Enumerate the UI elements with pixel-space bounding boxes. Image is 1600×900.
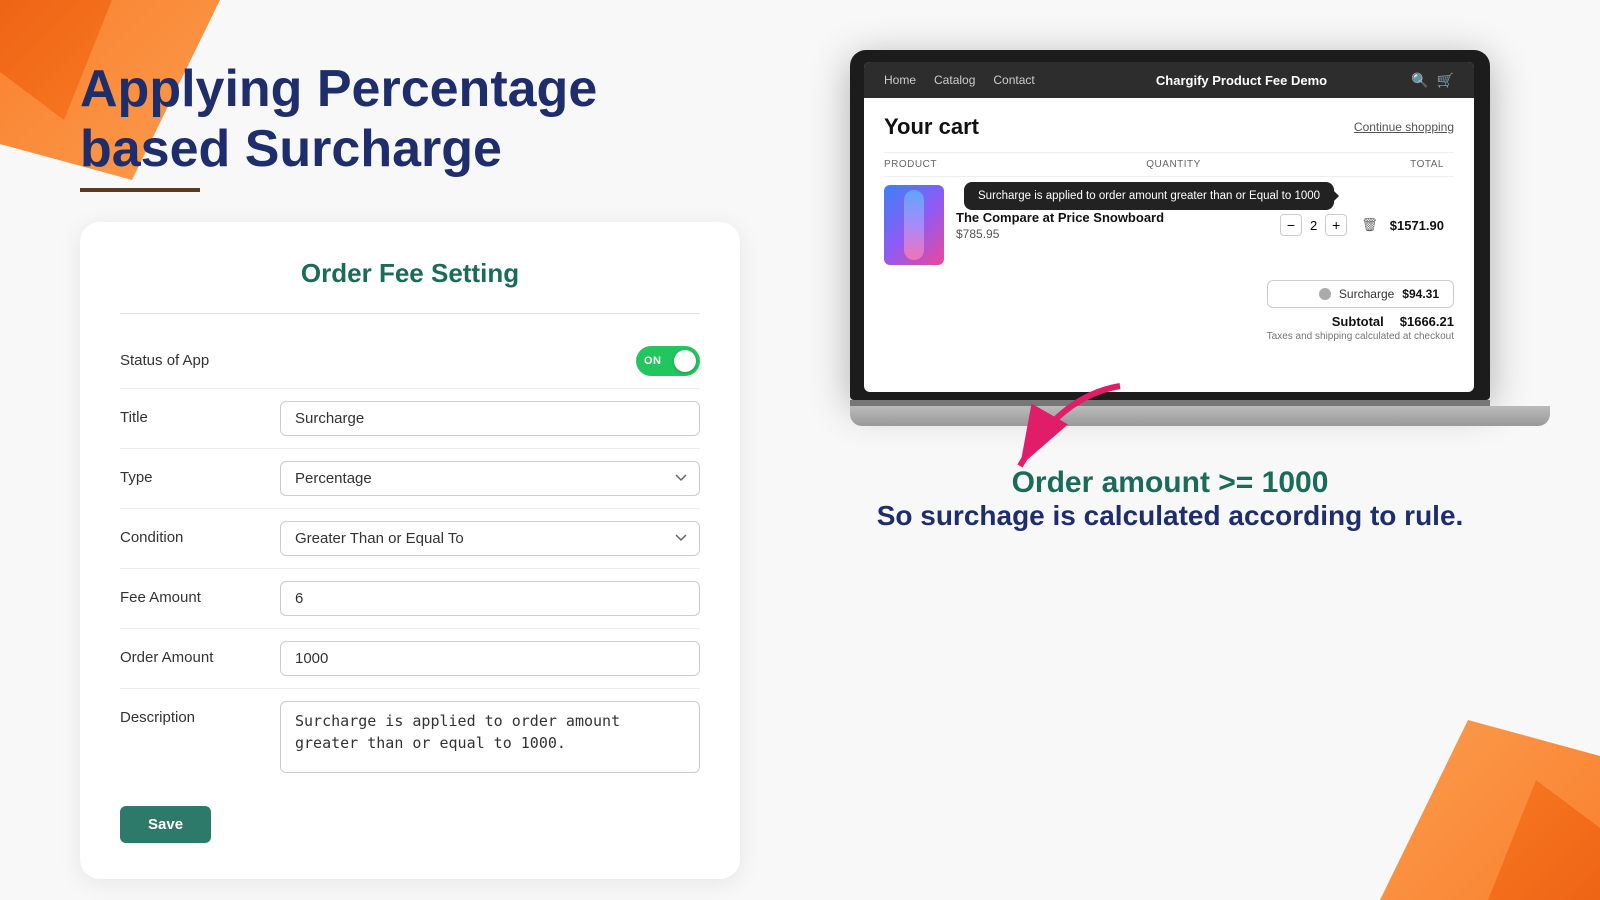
order-amount-input-wrap (280, 641, 700, 676)
order-amount-row: Order Amount (120, 629, 700, 689)
cart-title: Your cart (884, 114, 979, 140)
qty-decrease[interactable]: − (1280, 214, 1302, 236)
nav-contact: Contact (993, 73, 1034, 87)
subtotal-amount: $1666.21 (1400, 314, 1454, 329)
bottom-text-line2: So surchage is calculated according to r… (877, 500, 1464, 532)
title-input-wrap (280, 401, 700, 436)
description-textarea-wrap: Surcharge is applied to order amount gre… (280, 701, 700, 778)
arrow-container (850, 396, 1490, 476)
header-quantity: QUANTITY (1146, 159, 1201, 170)
taxes-note: Taxes and shipping calculated at checkou… (1267, 331, 1454, 342)
form-card-title: Order Fee Setting (120, 258, 700, 289)
cart-icon: 🛒 (1437, 72, 1454, 89)
product-name: The Compare at Price Snowboard (956, 210, 1268, 225)
status-label: Status of App (120, 352, 410, 369)
left-panel: Applying Percentage based Surcharge Orde… (80, 60, 740, 860)
surcharge-amount: $94.31 (1402, 287, 1439, 301)
toggle-thumb (674, 350, 696, 372)
toggle-on-label: ON (644, 355, 662, 367)
fee-amount-input-wrap (280, 581, 700, 616)
fee-amount-row: Fee Amount (120, 569, 700, 629)
nav-icons: 🔍 🛒 (1411, 72, 1454, 89)
fee-amount-input[interactable] (280, 581, 700, 616)
status-row: Status of App ON (120, 334, 700, 389)
app-status-toggle[interactable]: ON (636, 346, 700, 376)
quantity-controls: − 2 + 🗑 (1280, 214, 1378, 236)
cart-content: Your cart Continue shopping PRODUCT QUAN… (864, 98, 1474, 289)
surcharge-section: Surcharge $94.31 Subtotal $1666.21 Taxes… (1267, 280, 1454, 342)
condition-select-wrap: Greater Than or Equal To (280, 521, 700, 556)
qty-increase[interactable]: + (1325, 214, 1347, 236)
description-row: Description Surcharge is applied to orde… (120, 689, 700, 790)
laptop-mockup: Home Catalog Contact Chargify Product Fe… (850, 50, 1490, 426)
qty-value: 2 (1310, 218, 1317, 233)
nav-home: Home (884, 73, 916, 87)
type-label: Type (120, 461, 260, 486)
fee-amount-label: Fee Amount (120, 581, 260, 606)
condition-row: Condition Greater Than or Equal To (120, 509, 700, 569)
description-label: Description (120, 701, 260, 726)
title-input[interactable] (280, 401, 700, 436)
product-price: $785.95 (956, 227, 1268, 241)
description-textarea[interactable]: Surcharge is applied to order amount gre… (280, 701, 700, 773)
laptop-screen: Home Catalog Contact Chargify Product Fe… (864, 62, 1474, 392)
form-divider (120, 313, 700, 314)
product-total: $1571.90 (1390, 218, 1444, 233)
save-button[interactable]: Save (120, 806, 211, 843)
title-row: Title (120, 389, 700, 449)
laptop-screen-outer: Home Catalog Contact Chargify Product Fe… (850, 50, 1490, 400)
type-select-wrap: Percentage (280, 461, 700, 496)
main-container: Applying Percentage based Surcharge Orde… (0, 0, 1600, 900)
product-info: The Compare at Price Snowboard $785.95 (956, 210, 1268, 241)
curved-arrow-svg (980, 376, 1160, 496)
cart-table-header: PRODUCT QUANTITY TOTAL (884, 152, 1454, 177)
trash-icon: 🗑 (1361, 217, 1378, 233)
tooltip-bubble: Surcharge is applied to order amount gre… (964, 182, 1334, 210)
page-title: Applying Percentage based Surcharge (80, 60, 740, 180)
nav-brand: Chargify Product Fee Demo (1156, 73, 1327, 88)
type-row: Type Percentage (120, 449, 700, 509)
header-product: PRODUCT (884, 159, 937, 170)
toggle-wrap: ON (410, 346, 700, 376)
subtotal-label: Subtotal (1332, 314, 1384, 329)
surcharge-badge: Surcharge $94.31 (1267, 280, 1454, 308)
continue-shopping: Continue shopping (1354, 120, 1454, 134)
type-select[interactable]: Percentage (280, 461, 700, 496)
order-amount-label: Order Amount (120, 641, 260, 666)
title-underline (80, 188, 200, 192)
surcharge-dot (1319, 288, 1331, 300)
condition-select[interactable]: Greater Than or Equal To (280, 521, 700, 556)
right-panel: Home Catalog Contact Chargify Product Fe… (800, 60, 1540, 860)
product-image (884, 185, 944, 265)
header-total: TOTAL (1410, 159, 1444, 170)
nav-links: Home Catalog Contact (884, 73, 1035, 87)
form-card: Order Fee Setting Status of App ON Title (80, 222, 740, 879)
cart-title-row: Your cart Continue shopping (884, 114, 1454, 140)
snowboard-graphic (904, 190, 924, 260)
title-label: Title (120, 401, 260, 426)
order-amount-input[interactable] (280, 641, 700, 676)
condition-label: Condition (120, 521, 260, 546)
surcharge-label: Surcharge (1339, 287, 1394, 301)
search-icon: 🔍 (1411, 72, 1428, 89)
laptop-nav: Home Catalog Contact Chargify Product Fe… (864, 62, 1474, 98)
nav-catalog: Catalog (934, 73, 975, 87)
subtotal-row: Subtotal $1666.21 (1267, 314, 1454, 329)
